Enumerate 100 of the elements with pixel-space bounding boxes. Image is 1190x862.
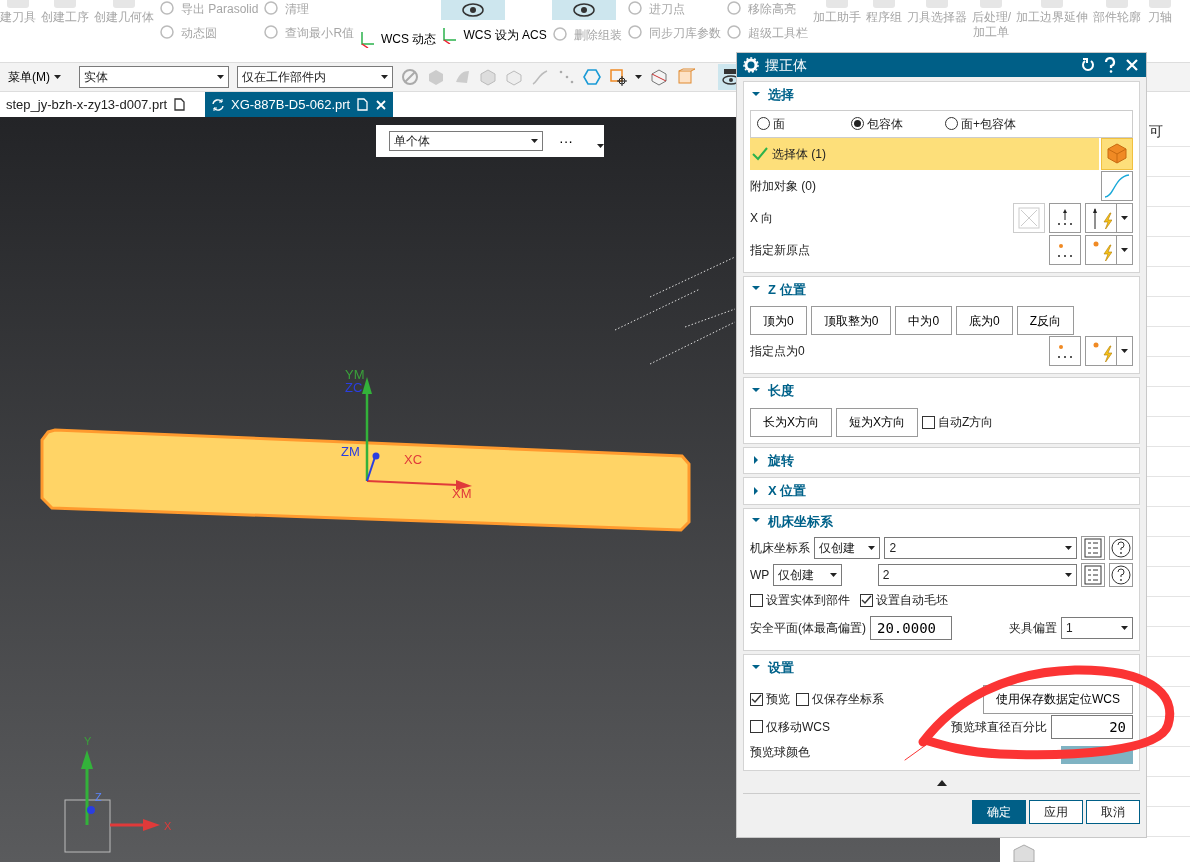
mode-dropdown[interactable]: 仅创建 bbox=[814, 536, 881, 559]
section-header[interactable]: 设置 bbox=[750, 655, 796, 681]
checkbox[interactable] bbox=[796, 692, 809, 706]
action-button[interactable]: 中为0 bbox=[895, 306, 953, 335]
caret-icon bbox=[1121, 349, 1128, 353]
snap-icon[interactable] bbox=[609, 68, 627, 86]
radio-label: 面 bbox=[773, 115, 785, 133]
action-button[interactable]: 顶为0 bbox=[750, 306, 807, 335]
checkbox[interactable] bbox=[750, 692, 763, 706]
dialog-button[interactable]: 确定 bbox=[972, 799, 1026, 824]
help-button[interactable] bbox=[1109, 535, 1133, 560]
caret-icon bbox=[1065, 572, 1072, 577]
section-view-icon[interactable] bbox=[650, 68, 668, 86]
checkbox-label: 预览 bbox=[766, 691, 790, 708]
action-button[interactable]: 底为0 bbox=[956, 306, 1013, 335]
collapse-icon[interactable] bbox=[936, 779, 947, 786]
checkbox[interactable] bbox=[750, 720, 763, 733]
file-tab[interactable]: XG-887B-D5-062.prt bbox=[205, 92, 394, 117]
checkbox[interactable] bbox=[860, 593, 873, 607]
dialog-button[interactable]: 应用 bbox=[1029, 799, 1083, 824]
axis-label: Z bbox=[95, 791, 102, 803]
body-select-button[interactable] bbox=[1101, 137, 1133, 170]
field-label: 预览球颜色 bbox=[750, 743, 811, 761]
section-header[interactable]: 旋转 bbox=[750, 447, 796, 473]
action-button[interactable]: 顶取整为0 bbox=[810, 306, 892, 335]
type-filter-dropdown[interactable]: 单个体 bbox=[389, 131, 543, 151]
help-icon[interactable] bbox=[1102, 57, 1118, 73]
dropdown-button[interactable] bbox=[1117, 234, 1133, 265]
checkbox-label: 仅保存坐标系 bbox=[812, 691, 884, 708]
caret-icon bbox=[868, 545, 876, 550]
circle-icon bbox=[159, 24, 177, 42]
section-header[interactable]: 机床坐标系 bbox=[750, 508, 835, 534]
dropdown-button[interactable] bbox=[1117, 336, 1133, 366]
field-label: WP bbox=[750, 566, 770, 584]
more-button[interactable]: ··· bbox=[553, 129, 579, 153]
help-icon bbox=[1110, 563, 1132, 586]
help-button[interactable] bbox=[1109, 562, 1133, 587]
checkbox-label: 仅移动WCS bbox=[766, 718, 830, 736]
axis-label: XC bbox=[404, 452, 423, 467]
section-header[interactable]: X 位置 bbox=[750, 478, 809, 504]
vector-dialog-button[interactable] bbox=[1049, 202, 1081, 233]
action-button[interactable]: 使用保存数据定位WCS bbox=[983, 684, 1133, 714]
point-dialog-button[interactable] bbox=[1049, 234, 1081, 265]
percent-field[interactable]: 20 bbox=[1051, 714, 1133, 739]
hexagon-icon[interactable] bbox=[583, 68, 601, 86]
dialog-button[interactable]: 取消 bbox=[1086, 799, 1140, 824]
axis-label: ZM bbox=[341, 444, 360, 459]
axis-label: XM bbox=[452, 486, 472, 501]
checkbox-label: 自动Z方向 bbox=[938, 414, 994, 431]
checkbox-label: 设置实体到部件 bbox=[766, 592, 850, 609]
document-icon bbox=[173, 98, 187, 111]
value-dropdown[interactable]: 2 bbox=[884, 536, 1077, 559]
checkbox[interactable] bbox=[922, 415, 936, 429]
action-button[interactable]: Z反向 bbox=[1016, 306, 1075, 335]
selection-row[interactable]: 选择体 (1) bbox=[750, 137, 1099, 170]
sync-icon bbox=[211, 97, 225, 112]
ribbon-button[interactable]: WCS 设为 ACS bbox=[441, 26, 547, 44]
axis-label: YM bbox=[345, 367, 365, 382]
eye-icon bbox=[571, 2, 596, 18]
filter-dropdown[interactable]: 实体 bbox=[79, 66, 229, 88]
caret-icon bbox=[1121, 626, 1128, 630]
radio-button[interactable] bbox=[945, 117, 958, 130]
document-icon bbox=[356, 98, 370, 111]
axis-label: ZC bbox=[345, 380, 363, 395]
menu-button[interactable]: 菜单(M) bbox=[0, 67, 67, 87]
section-header[interactable]: 选择 bbox=[750, 82, 796, 108]
ribbon-button[interactable]: WCS 动态 bbox=[359, 30, 437, 48]
section-header[interactable]: 长度 bbox=[750, 378, 796, 404]
toggle-button[interactable] bbox=[551, 0, 616, 20]
cube-icon bbox=[1105, 141, 1129, 166]
help-icon bbox=[1110, 536, 1132, 559]
radio-button[interactable] bbox=[851, 117, 864, 130]
value-dropdown[interactable]: 2 bbox=[877, 563, 1077, 586]
circle-icon bbox=[551, 26, 570, 44]
gear-icon bbox=[743, 57, 759, 73]
close-icon[interactable] bbox=[375, 98, 388, 111]
circle-icon bbox=[725, 24, 744, 42]
field-label: 机床坐标系 bbox=[750, 539, 810, 557]
offset-field[interactable]: 20.0000 bbox=[870, 616, 952, 640]
action-button[interactable]: 短为X方向 bbox=[836, 407, 919, 437]
panel-text: 可 bbox=[1148, 122, 1164, 141]
field-label: 夹具偏置 bbox=[1009, 620, 1057, 637]
axis-label: Y bbox=[84, 735, 92, 747]
action-button[interactable]: 长为X方向 bbox=[750, 407, 832, 437]
caret-icon bbox=[1121, 215, 1128, 220]
circle-icon bbox=[626, 24, 645, 42]
filter-dropdown[interactable]: 仅在工作部件内 bbox=[237, 66, 393, 88]
point-dialog-button[interactable] bbox=[1049, 336, 1081, 366]
checkbox[interactable] bbox=[750, 593, 763, 607]
reset-icon[interactable] bbox=[1080, 57, 1096, 73]
field-label: X 向 bbox=[750, 209, 775, 227]
circle-icon bbox=[159, 0, 177, 18]
mode-dropdown[interactable]: 仅创建 bbox=[773, 563, 842, 586]
toggle-button[interactable] bbox=[441, 0, 506, 20]
close-icon[interactable] bbox=[1124, 57, 1140, 73]
view-cube-drawing bbox=[64, 799, 111, 853]
section-header[interactable]: Z 位置 bbox=[750, 276, 808, 302]
dropdown-button[interactable] bbox=[1117, 202, 1133, 233]
fixture-offset-dropdown[interactable]: 1 bbox=[1061, 617, 1133, 639]
radio-button[interactable] bbox=[757, 117, 770, 130]
